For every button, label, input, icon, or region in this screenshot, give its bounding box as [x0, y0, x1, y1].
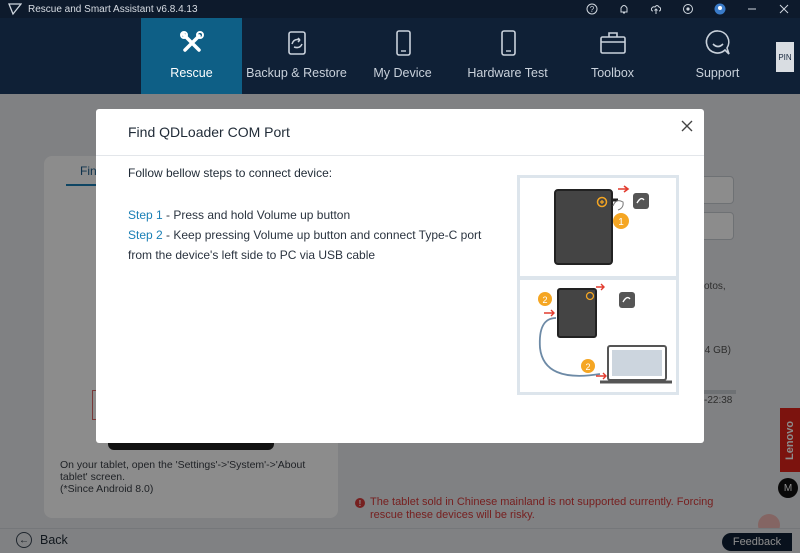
step-1-label: Step 1: [128, 208, 163, 222]
dialog-title: Find QDLoader COM Port: [128, 124, 290, 140]
tablet-front-icon: [554, 189, 613, 265]
tools-icon: [175, 26, 209, 60]
nav-hardware-test[interactable]: Hardware Test: [457, 18, 558, 94]
nav-my-device[interactable]: My Device: [352, 18, 453, 94]
nav-backup-label: Backup & Restore: [246, 66, 347, 80]
badge-2-text: 2: [542, 295, 547, 305]
nav-rescue-label: Rescue: [170, 66, 213, 80]
nav-hardware-test-label: Hardware Test: [467, 66, 548, 80]
title-bar: Rescue and Smart Assistant v6.8.4.13 ?: [0, 0, 800, 18]
phone-icon: [386, 26, 420, 60]
qdloader-dialog: Find QDLoader COM Port Follow bellow ste…: [96, 109, 704, 443]
step-2-label: Step 2: [128, 228, 163, 242]
volume-icon: [633, 193, 649, 209]
main-nav: Rescue Backup & Restore My Device Hardwa…: [0, 18, 800, 94]
phone-test-icon: [491, 26, 525, 60]
app-logo-icon: [8, 3, 22, 16]
cloud-upload-icon[interactable]: [640, 0, 672, 18]
step-2: Step 2 - Keep pressing Volume up button …: [128, 225, 488, 265]
nav-my-device-label: My Device: [373, 66, 432, 80]
nav-support[interactable]: Support: [667, 18, 768, 94]
dialog-intro: Follow bellow steps to connect device:: [128, 166, 333, 180]
window-title: Rescue and Smart Assistant v6.8.4.13: [28, 3, 198, 15]
backup-icon: [280, 26, 314, 60]
volume-icon-2: [619, 292, 635, 308]
badge-3-text: 2: [585, 362, 590, 372]
step-1: Step 1 - Press and hold Volume up button: [128, 205, 488, 225]
nav-backup-restore[interactable]: Backup & Restore: [246, 18, 347, 94]
pin-button[interactable]: PIN: [776, 42, 794, 72]
user-avatar-icon[interactable]: [704, 0, 736, 18]
connection-illustration: 1 2 2: [517, 175, 679, 395]
dialog-divider: [96, 155, 704, 156]
help-icon[interactable]: ?: [576, 0, 608, 18]
nav-toolbox-label: Toolbox: [590, 66, 635, 80]
minimize-icon[interactable]: [736, 0, 768, 18]
nav-toolbox[interactable]: Toolbox: [562, 18, 663, 94]
settings-icon[interactable]: [672, 0, 704, 18]
step-2-text: - Keep pressing Volume up button and con…: [128, 228, 482, 262]
close-window-icon[interactable]: [768, 0, 800, 18]
step-1-text: - Press and hold Volume up button: [162, 208, 351, 222]
bell-icon[interactable]: [608, 0, 640, 18]
nav-rescue[interactable]: Rescue: [141, 18, 242, 94]
toolbox-icon: [596, 26, 630, 60]
svg-text:?: ?: [590, 5, 595, 14]
badge-1-text: 1: [618, 217, 624, 228]
nav-support-label: Support: [695, 66, 740, 80]
steps-list: Step 1 - Press and hold Volume up button…: [128, 205, 488, 265]
close-icon[interactable]: [680, 119, 694, 133]
tablet-side-icon: [557, 288, 597, 338]
support-icon: [701, 26, 735, 60]
